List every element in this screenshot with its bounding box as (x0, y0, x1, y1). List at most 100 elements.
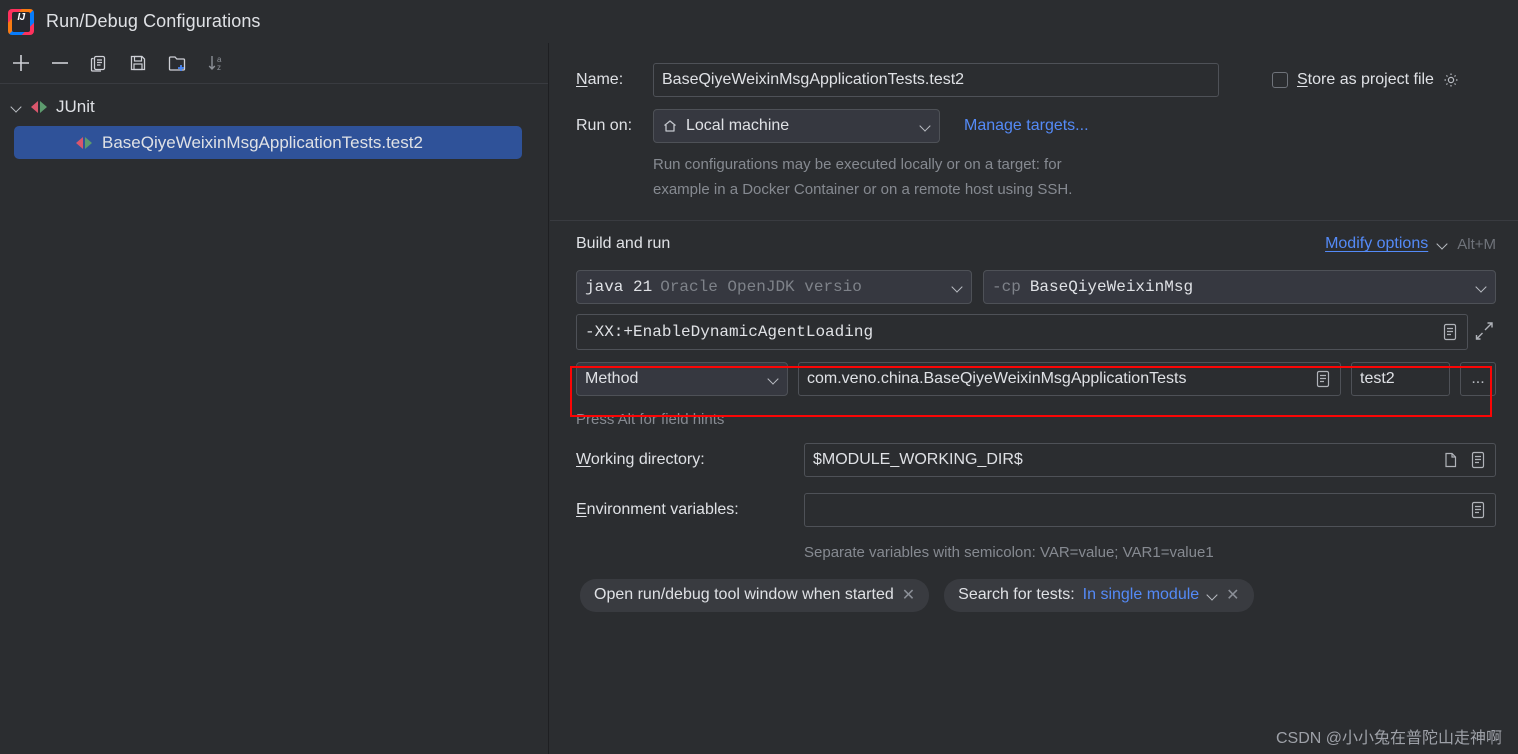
classpath-dropdown[interactable]: -cp BaseQiyeWeixinMsg (983, 270, 1496, 304)
tree-group-junit[interactable]: JUnit (0, 91, 548, 123)
svg-text:z: z (217, 63, 221, 72)
modify-options-shortcut: Alt+M (1457, 235, 1496, 253)
manage-targets-link[interactable]: Manage targets... (964, 117, 1089, 135)
browse-method-button[interactable]: ... (1460, 362, 1496, 396)
test-method-input[interactable]: test2 (1351, 362, 1450, 396)
gear-icon[interactable] (1443, 72, 1459, 88)
search-for-tests-chip[interactable]: Search for tests: In single module ✕ (944, 578, 1254, 612)
configurations-sidebar: a z JUnit BaseQiyeWeixinMsgApplicationTe… (0, 43, 549, 754)
jdk-dropdown[interactable]: java 21 Oracle OpenJDK versio (576, 270, 972, 304)
configurations-tree: JUnit BaseQiyeWeixinMsgApplicationTests.… (0, 84, 548, 159)
add-configuration-button[interactable] (4, 47, 38, 79)
chevron-down-icon[interactable] (1476, 282, 1487, 293)
watermark: CSDN @小小兔在普陀山走神啊 (1275, 730, 1502, 747)
build-and-run-header: Build and run Modify options Alt+M (550, 221, 1518, 267)
chevron-down-icon[interactable] (1437, 239, 1448, 250)
expand-icon[interactable] (1472, 319, 1496, 345)
list-editor-icon[interactable] (1469, 450, 1487, 470)
plus-icon (13, 55, 29, 71)
store-as-project-file-row[interactable]: Store as project file (1272, 71, 1459, 89)
name-input[interactable]: BaseQiyeWeixinMsgApplicationTests.test2 (653, 63, 1219, 97)
field-hint: Press Alt for field hints (576, 410, 725, 428)
working-directory-value: $MODULE_WORKING_DIR$ (813, 451, 1023, 468)
chevron-down-icon[interactable] (10, 100, 24, 114)
close-icon[interactable]: ✕ (1226, 585, 1239, 605)
list-editor-icon[interactable] (1314, 369, 1332, 389)
vm-options-row: -XX:+EnableDynamicAgentLoading (550, 307, 1518, 357)
store-as-project-file-label: Store as project file (1297, 71, 1434, 88)
new-folder-button[interactable] (160, 47, 194, 79)
jdk-value-dim: Oracle OpenJDK versio (660, 278, 862, 296)
new-folder-icon (168, 56, 186, 71)
sort-configurations-button[interactable]: a z (199, 47, 233, 79)
search-for-tests-label: Search for tests: (958, 586, 1075, 603)
run-on-hint: Run configurations may be executed local… (550, 152, 1518, 202)
test-class-input[interactable]: com.veno.china.BaseQiyeWeixinMsgApplicat… (798, 362, 1341, 396)
environment-variables-label-rest: nvironment variables: (586, 501, 739, 518)
configuration-editor-panel: Name: BaseQiyeWeixinMsgApplicationTests.… (550, 43, 1518, 754)
option-chips-row: Open run/debug tool window when started … (550, 567, 1518, 623)
environment-variables-hint-row: Separate variables with semicolon: VAR=v… (550, 537, 1518, 567)
title-bar: IJ Run/Debug Configurations (0, 0, 1518, 43)
store-as-project-file-checkbox[interactable] (1272, 72, 1288, 88)
environment-variables-label: Environment variables: (576, 501, 739, 518)
test-kind-value: Method (585, 370, 639, 387)
vm-options-input[interactable]: -XX:+EnableDynamicAgentLoading (576, 314, 1468, 350)
chevron-down-icon[interactable] (1207, 590, 1218, 601)
save-icon (130, 55, 146, 71)
tree-item-baseqiyeweixinmsgapplicationtests-test2[interactable]: BaseQiyeWeixinMsgApplicationTests.test2 (14, 126, 522, 159)
working-directory-label: Working directory: (576, 451, 705, 468)
classpath-value: BaseQiyeWeixinMsg (1029, 278, 1194, 296)
name-input-value: BaseQiyeWeixinMsgApplicationTests.test2 (662, 71, 965, 88)
search-for-tests-value[interactable]: In single module (1083, 586, 1200, 604)
run-debug-configurations-dialog: IJ Run/Debug Configurations a z JUnit Ba… (0, 0, 1518, 754)
minus-icon (52, 62, 68, 64)
run-on-row: Run on: Local machine Manage targets... (550, 100, 1518, 152)
working-directory-row: Working directory: $MODULE_WORKING_DIR$ (550, 437, 1518, 483)
working-directory-input[interactable]: $MODULE_WORKING_DIR$ (804, 443, 1496, 477)
run-on-value: Local machine (686, 117, 790, 134)
run-on-hint-line-1: Run configurations may be executed local… (653, 156, 1062, 173)
chevron-down-icon[interactable] (920, 121, 931, 132)
jdk-value-strong: java 21 (585, 278, 653, 296)
copy-configuration-button[interactable] (82, 47, 116, 79)
environment-variables-hint: Separate variables with semicolon: VAR=v… (804, 543, 1214, 561)
junit-run-icon (76, 135, 94, 151)
vm-options-value: -XX:+EnableDynamicAgentLoading (585, 323, 874, 341)
working-directory-label-rest: orking directory: (590, 451, 705, 468)
open-run-debug-tool-window-chip[interactable]: Open run/debug tool window when started … (580, 578, 930, 612)
logo-text: IJ (17, 11, 25, 23)
run-on-hint-line-2: example in a Docker Container or on a re… (653, 181, 1073, 198)
chevron-down-icon[interactable] (952, 282, 963, 293)
open-run-debug-tool-window-label: Open run/debug tool window when started (594, 586, 894, 603)
test-class-value: com.veno.china.BaseQiyeWeixinMsgApplicat… (807, 370, 1187, 387)
home-icon (664, 120, 676, 132)
build-and-run-title: Build and run (576, 235, 671, 252)
test-kind-row: Method com.veno.china.BaseQiyeWeixinMsgA… (550, 357, 1518, 401)
remove-configuration-button[interactable] (43, 47, 77, 79)
tree-group-label: JUnit (56, 97, 95, 116)
close-icon[interactable]: ✕ (902, 585, 915, 605)
name-label: Name: (576, 71, 624, 88)
intellij-idea-logo-icon: IJ (8, 8, 34, 35)
environment-variables-row: Environment variables: (550, 483, 1518, 537)
run-on-dropdown[interactable]: Local machine (653, 109, 940, 143)
sort-alphabetically-icon: a z (208, 55, 222, 72)
environment-variables-input[interactable] (804, 493, 1496, 527)
list-editor-icon[interactable] (1469, 500, 1487, 520)
list-editor-icon[interactable] (1441, 322, 1459, 342)
store-label-rest: tore as project file (1307, 71, 1434, 88)
name-row: Name: BaseQiyeWeixinMsgApplicationTests.… (550, 60, 1518, 100)
name-label-rest: ame: (587, 71, 624, 88)
test-method-value: test2 (1360, 370, 1395, 387)
sidebar-toolbar: a z (0, 43, 548, 84)
window-title: Run/Debug Configurations (46, 11, 261, 31)
chevron-down-icon[interactable] (768, 374, 779, 385)
save-configuration-button[interactable] (121, 47, 155, 79)
folder-icon[interactable] (1442, 451, 1460, 469)
copy-icon (90, 55, 106, 72)
test-kind-dropdown[interactable]: Method (576, 362, 788, 396)
junit-run-icon (31, 99, 49, 115)
jdk-classpath-row: java 21 Oracle OpenJDK versio -cp BaseQi… (550, 267, 1518, 307)
modify-options-link[interactable]: Modify options (1325, 235, 1428, 253)
